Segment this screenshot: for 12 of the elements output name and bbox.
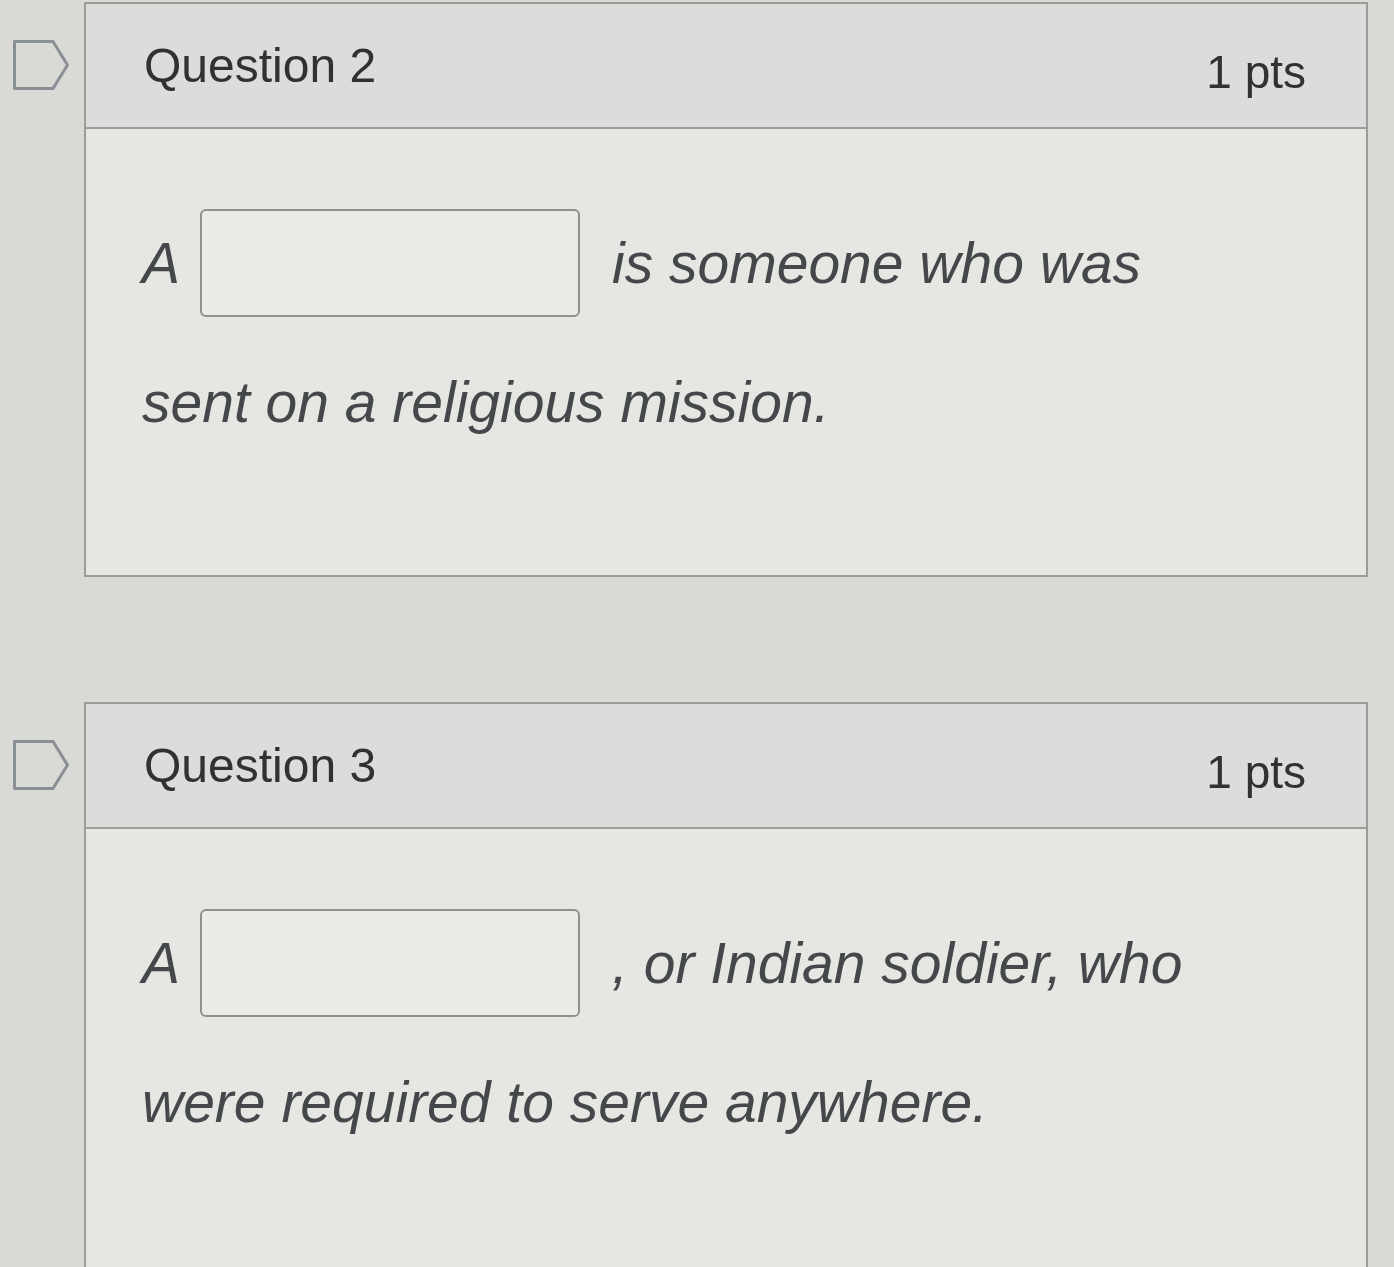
question-text: is someone who was <box>612 230 1142 296</box>
question-text: , or Indian soldier, who <box>612 930 1183 996</box>
flag-icon[interactable] <box>12 740 70 790</box>
question-title: Question 2 <box>144 38 377 93</box>
question-text: sent on a religious mission. <box>142 369 830 435</box>
answer-field[interactable] <box>200 209 581 317</box>
question-text: were required to serve anywhere. <box>142 1069 988 1135</box>
flag-icon[interactable] <box>12 40 70 90</box>
points-label: 1 pts <box>1206 744 1306 799</box>
points-label: 1 pts <box>1206 44 1306 99</box>
answer-field[interactable] <box>200 909 581 1017</box>
question-title: Question 3 <box>144 738 377 793</box>
